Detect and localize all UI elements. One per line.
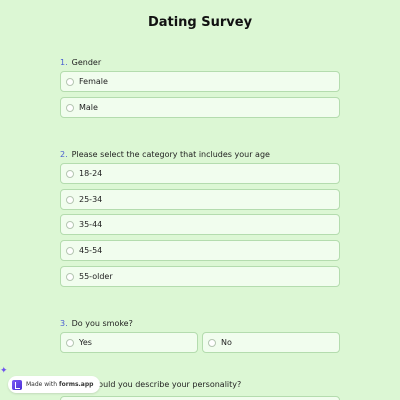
option-55-older[interactable]: 55-older bbox=[60, 266, 340, 287]
option-label: 25-34 bbox=[79, 195, 103, 204]
radio-icon[interactable] bbox=[208, 338, 216, 347]
badge-brand: forms.app bbox=[59, 381, 94, 388]
question-1-number: 1. bbox=[60, 58, 68, 67]
radio-icon[interactable] bbox=[66, 220, 74, 229]
question-4-option-partial[interactable] bbox=[60, 396, 340, 400]
question-2-text: Please select the category that includes… bbox=[71, 150, 270, 159]
option-45-54[interactable]: 45-54 bbox=[60, 240, 340, 261]
question-2-label: 2. Please select the category that includ… bbox=[60, 150, 270, 159]
radio-icon[interactable] bbox=[66, 195, 74, 204]
question-2-number: 2. bbox=[60, 150, 68, 159]
survey-title: Dating Survey bbox=[147, 15, 253, 30]
badge-prefix: Made with bbox=[26, 381, 57, 388]
option-25-34[interactable]: 25-34 bbox=[60, 189, 340, 210]
option-label: No bbox=[221, 338, 232, 347]
option-no[interactable]: No bbox=[202, 332, 340, 353]
option-yes[interactable]: Yes bbox=[60, 332, 198, 353]
option-label: Yes bbox=[79, 338, 92, 347]
question-3-label: 3. Do you smoke? bbox=[60, 319, 133, 328]
option-male[interactable]: Male bbox=[60, 97, 340, 118]
radio-icon[interactable] bbox=[66, 77, 74, 86]
option-18-24[interactable]: 18-24 bbox=[60, 163, 340, 184]
option-label: Male bbox=[79, 103, 98, 112]
question-1-label: 1. Gender bbox=[60, 58, 101, 67]
forms-app-logo-icon bbox=[12, 379, 22, 390]
made-with-badge[interactable]: Made with forms.app bbox=[8, 376, 101, 393]
radio-icon[interactable] bbox=[66, 338, 74, 347]
option-label: 35-44 bbox=[79, 220, 103, 229]
question-3-number: 3. bbox=[60, 319, 68, 328]
radio-icon[interactable] bbox=[66, 246, 74, 255]
option-label: 18-24 bbox=[79, 169, 103, 178]
question-1-text: Gender bbox=[71, 58, 102, 67]
option-female[interactable]: Female bbox=[60, 71, 340, 92]
sparkle-icon: ✦ bbox=[0, 366, 8, 376]
option-35-44[interactable]: 35-44 bbox=[60, 214, 340, 235]
option-label: 45-54 bbox=[79, 246, 103, 255]
radio-icon[interactable] bbox=[66, 272, 74, 281]
question-3-text: Do you smoke? bbox=[71, 319, 133, 328]
option-label: 55-older bbox=[79, 272, 113, 281]
radio-icon[interactable] bbox=[66, 169, 74, 178]
radio-icon[interactable] bbox=[66, 103, 74, 112]
option-label: Female bbox=[79, 77, 108, 86]
